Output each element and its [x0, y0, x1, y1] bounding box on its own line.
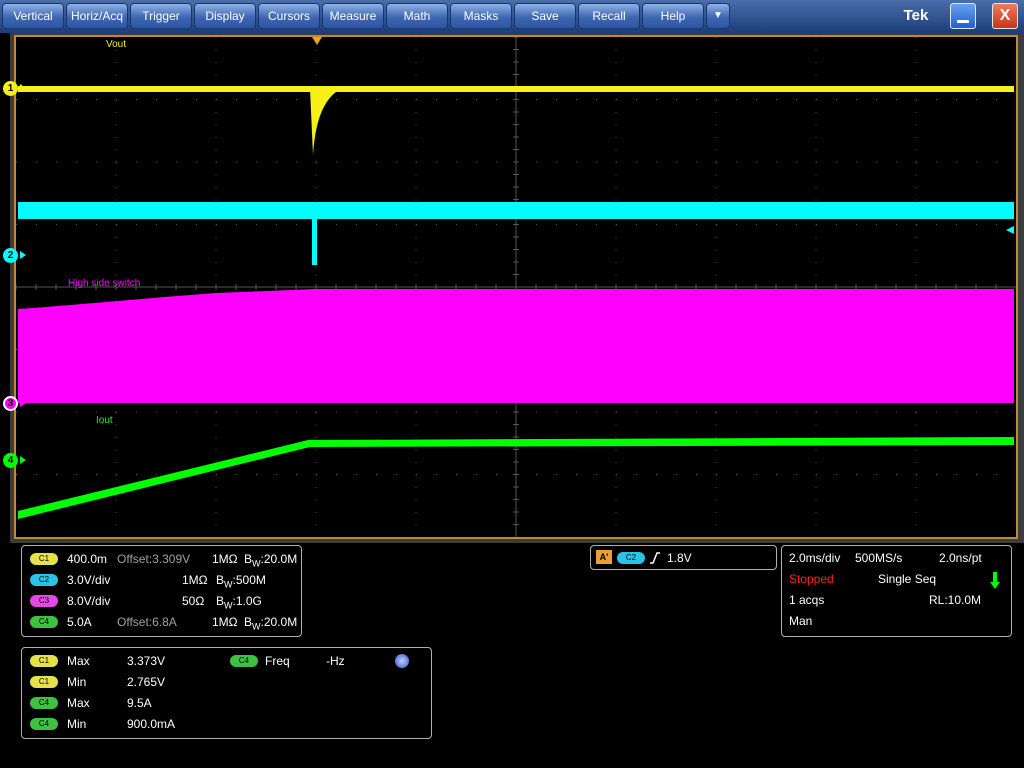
measurement-name: Max — [67, 654, 90, 668]
channel-row[interactable]: C4 5.0A Offset:6.8A 1MΩ BW:20.0M — [22, 613, 302, 631]
menu-vertical-button[interactable]: Vertical — [2, 3, 64, 29]
resolution: 2.0ns/pt — [939, 551, 982, 565]
menu-dropdown-button[interactable]: ▼ — [706, 3, 730, 29]
trigger-source-badge: C2 — [617, 552, 645, 564]
close-button[interactable]: X — [992, 3, 1018, 29]
channel-settings-panel: C1 400.0m Offset:3.309V 1MΩ BW:20.0M C2 3.0V/d… — [21, 545, 302, 637]
menu-math-button[interactable]: Math — [386, 3, 448, 29]
ch3-marker-arrow — [20, 399, 26, 407]
trigger-panel[interactable]: A' C2 1.8V — [590, 545, 777, 570]
acquisition-mode: Single Seq — [878, 572, 937, 586]
measurement-row[interactable]: C1 Min 2.765V — [22, 673, 222, 691]
menu-trigger-button[interactable]: Trigger — [130, 3, 192, 29]
minimize-icon — [957, 20, 969, 23]
measurement-row[interactable]: C4 Min 900.0mA — [22, 715, 222, 733]
trigger-level: 1.8V — [667, 551, 692, 565]
ch3-ground-marker[interactable]: 3 — [3, 396, 18, 411]
measurement-value: 2.765V — [127, 675, 166, 689]
menu-display-button[interactable]: Display — [194, 3, 256, 29]
ch1-trace — [18, 86, 1014, 92]
channel-row[interactable]: C2 3.0V/div 1MΩ BW:500M — [22, 571, 302, 589]
channel-bandwidth: BW:500M — [216, 573, 266, 590]
channel-bandwidth: BW:1.0G — [216, 594, 262, 611]
ch2-trace — [18, 202, 1014, 219]
channel-offset: Offset:3.309V — [117, 552, 191, 566]
waveform-display[interactable]: Vout High side switch Iout — [14, 35, 1018, 539]
measurement-row[interactable]: C1 Max 3.373V — [22, 652, 222, 670]
measurement-row[interactable]: C4 Max 9.5A — [22, 694, 222, 712]
menu-cursors-button[interactable]: Cursors — [258, 3, 320, 29]
ch2-marker-arrow — [20, 251, 26, 259]
menu-save-button[interactable]: Save — [514, 3, 576, 29]
trigger-position-marker — [312, 37, 322, 45]
measurement-source-badge: C1 — [30, 676, 58, 688]
ch2-ground-marker[interactable]: 2 — [3, 248, 18, 263]
channel-row[interactable]: C1 400.0m Offset:3.309V 1MΩ BW:20.0M — [22, 550, 302, 568]
minimize-button[interactable] — [950, 3, 976, 29]
ch1-ground-marker[interactable]: 1 — [3, 81, 18, 96]
measurement-name: Max — [67, 696, 90, 710]
ch2-spike — [312, 202, 317, 265]
trigger-mode: Man — [789, 614, 813, 628]
channel-badge: C4 — [30, 616, 58, 628]
ch3-trace — [18, 289, 1014, 403]
acquisition-status: Stopped — [789, 572, 834, 586]
menu-help-button[interactable]: Help — [642, 3, 704, 29]
trigger-mode-badge: A' — [596, 550, 612, 564]
channel-offset: Offset:6.8A — [117, 615, 177, 629]
measurement-name: Min — [67, 675, 87, 689]
channel-badge: C1 — [30, 553, 58, 565]
menu-masks-button[interactable]: Masks — [450, 3, 512, 29]
ch1-dip — [310, 86, 356, 155]
ch4-ground-marker[interactable]: 4 — [3, 453, 18, 468]
measurement-source-badge: C4 — [30, 697, 58, 709]
channel-row[interactable]: C3 8.0V/div 50Ω BW:1.0G — [22, 592, 302, 610]
measurements-panel: C1 Max 3.373V C1 Min 2.765V C4 Max 9.5A C4 Min 900.… — [21, 647, 432, 739]
record-length: RL:10.0M — [929, 593, 982, 607]
single-seq-arrow-icon — [990, 572, 1000, 589]
freq-meas-name: Freq — [265, 654, 290, 668]
channel-impedance: 1MΩ — [182, 573, 208, 587]
channel-scale: 3.0V/div — [67, 573, 111, 587]
tek-logo: Tek — [903, 7, 929, 24]
channel-scale: 5.0A — [67, 615, 92, 629]
channel-bandwidth: BW:20.0M — [244, 552, 298, 569]
measurement-value: 900.0mA — [127, 717, 176, 731]
menu-bar: Vertical Horiz/Acq Trigger Display Curso… — [0, 0, 1024, 33]
measurement-value: 9.5A — [127, 696, 152, 710]
measurement-value: 3.373V — [127, 654, 166, 668]
ch1-marker-arrow — [20, 84, 26, 92]
channel-scale: 8.0V/div — [67, 594, 111, 608]
acquisition-panel[interactable]: 2.0ms/div 500MS/s 2.0ns/pt Stopped Singl… — [781, 545, 1012, 637]
freq-source-badge: C4 — [230, 655, 258, 667]
measurement-source-badge: C1 — [30, 655, 58, 667]
channel-impedance: 1MΩ — [212, 552, 238, 566]
measurement-source-badge: C4 — [30, 718, 58, 730]
acquisition-count: 1 acqs — [789, 593, 825, 607]
channel-impedance: 1MΩ — [212, 615, 238, 629]
ch4-trace-label: Iout — [96, 415, 113, 426]
channel-bandwidth: BW:20.0M — [244, 615, 298, 632]
rising-edge-icon — [650, 552, 660, 564]
measurement-name: Min — [67, 717, 87, 731]
graticule-grid — [16, 37, 1016, 537]
ch4-marker-arrow — [20, 456, 26, 464]
channel-badge: C2 — [30, 574, 58, 586]
ch1-trace-label: Vout — [106, 39, 127, 50]
freq-meas-value: -Hz — [326, 654, 345, 668]
sample-rate: 500MS/s — [855, 551, 903, 565]
timebase: 2.0ms/div — [789, 551, 841, 565]
channel-scale: 400.0m — [67, 552, 108, 566]
channel-badge: C3 — [30, 595, 58, 607]
ch2-offscreen-arrow — [1006, 226, 1014, 234]
measurement-settings-icon[interactable] — [395, 654, 409, 668]
menu-recall-button[interactable]: Recall — [578, 3, 640, 29]
channel-impedance: 50Ω — [182, 594, 205, 608]
waveform-canvas — [16, 37, 1016, 537]
menu-measure-button[interactable]: Measure — [322, 3, 384, 29]
menu-horiz-acq-button[interactable]: Horiz/Acq — [66, 3, 128, 29]
ch3-trace-label: High side switch — [68, 278, 141, 289]
